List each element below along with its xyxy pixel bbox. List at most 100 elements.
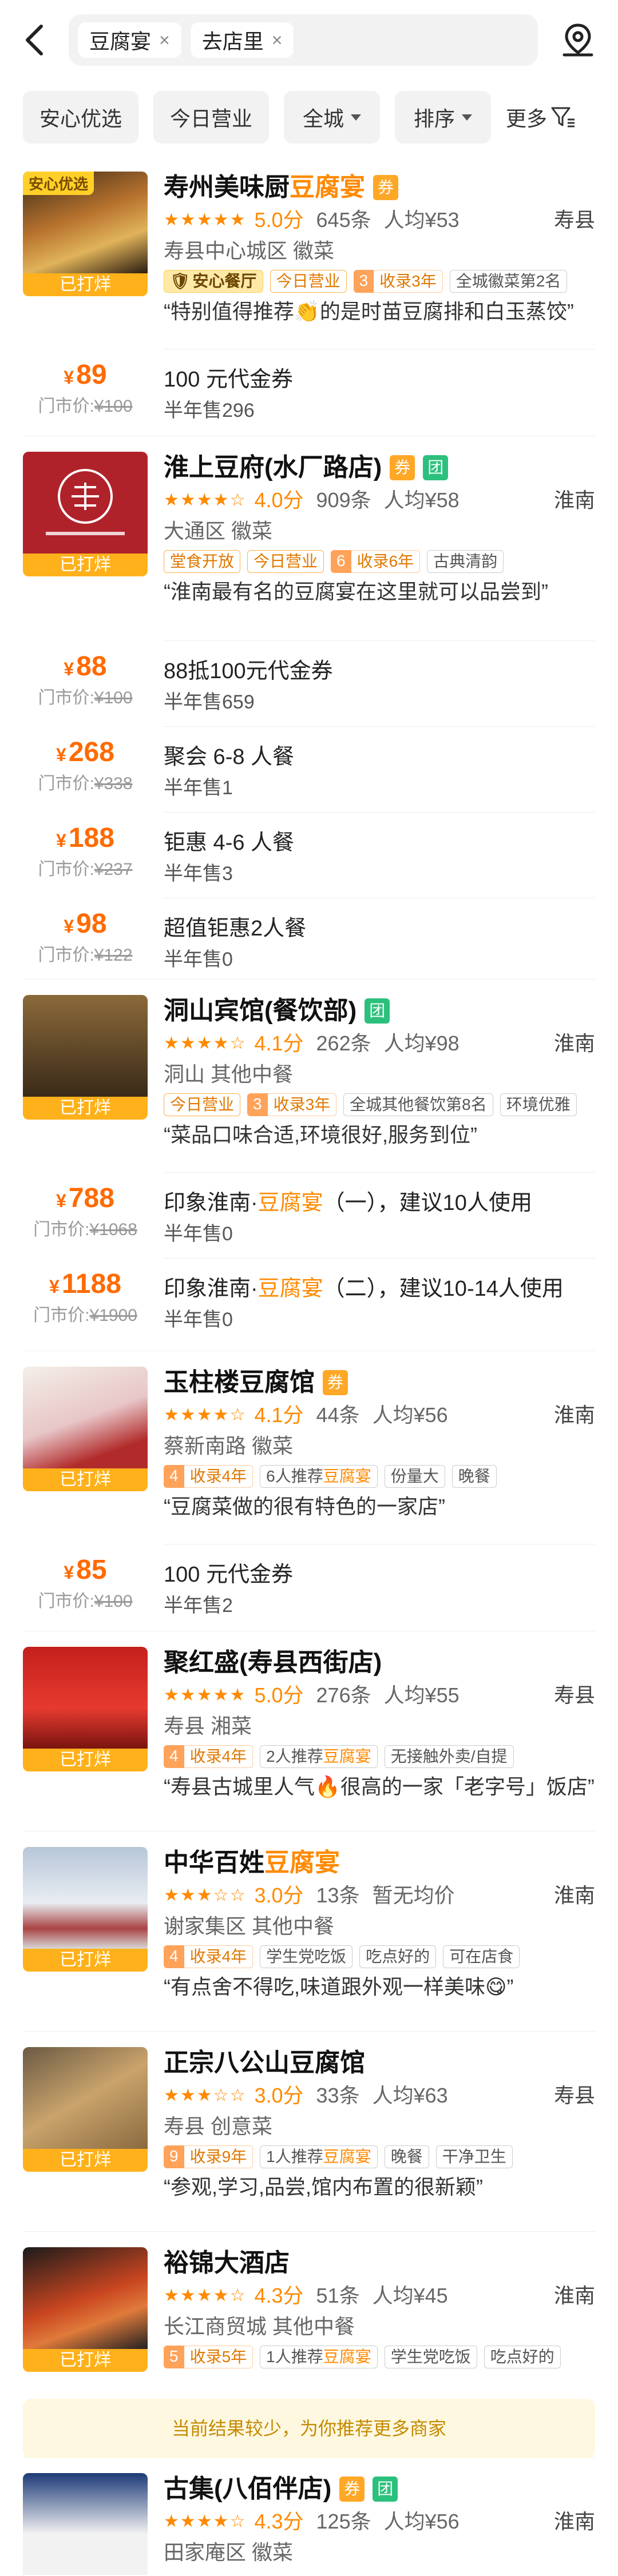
shop-info[interactable]: 玉柱楼豆腐馆券 ★★★★☆ 4.1分 44条 人均¥56 淮南 蔡新南路 徽菜 4 收录4年 6人… — [164, 1367, 595, 1521]
review-quote: “豆腐菜做的很有特色的一家店” — [164, 1495, 445, 1518]
shop-thumbnail[interactable]: 已打烊 — [23, 1847, 148, 1972]
deal-price-block: ¥89 门市价:¥100 — [23, 359, 148, 417]
rating-row: ★★★★★ 5.0分 645条 人均¥53 寿县 — [164, 206, 595, 234]
feature-tag: 今日营业 — [247, 550, 324, 573]
deal-item[interactable]: ¥85 门市价:¥100 100 元代金券 半年售2 — [0, 1544, 618, 1624]
shop-thumbnail[interactable] — [23, 2473, 148, 2576]
shop-thumbnail[interactable]: 已打烊 — [23, 2047, 148, 2172]
feature-tag: 1人推荐豆腐宴 — [260, 2145, 378, 2168]
shop-name[interactable]: 正宗八公山豆腐馆 — [164, 2047, 595, 2079]
shop-thumbnail[interactable]: 已打烊 — [23, 1647, 148, 1771]
shop-info[interactable]: 中华百姓 豆腐宴 ★★★☆☆ 3.0分 13条 暂无均价 淮南 谢家集区 其他中餐 4 收录4年学… — [164, 1847, 595, 2001]
shop-info[interactable]: 寿州美味厨 豆腐宴券 ★★★★★ 5.0分 645条 人均¥53 寿县 寿县中心城区 徽菜 🛡 安… — [164, 172, 595, 326]
shop-info[interactable]: 裕锦大酒店 ★★★★☆ 4.3分 51条 人均¥45 淮南 长江商贸城 其他中餐 5 收录5年 1… — [164, 2247, 595, 2368]
search-chip[interactable]: 去店里 × — [190, 22, 294, 58]
deal-price-value: 788 — [68, 1183, 114, 1213]
market-price-label: 门市价: — [38, 946, 94, 965]
deal-sold-count: 半年售659 — [164, 691, 255, 713]
average-price: 人均¥56 — [372, 1403, 448, 1427]
review-count: 33条 — [316, 2084, 360, 2107]
shop-info[interactable]: 聚红盛(寿县西街店) ★★★★★ 5.0分 276条 人均¥55 寿县 寿县 湘菜 4 收录4年… — [164, 1647, 595, 1801]
shop-tags: 🛡 安心餐厅 今日营业 3 收录3年 全城徽菜第2名 — [164, 270, 595, 293]
filter-open-today[interactable]: 今日营业 — [153, 91, 269, 144]
listing-years-tag: 4 收录4年 — [164, 1465, 253, 1488]
deal-item[interactable]: ¥89 门市价:¥100 100 元代金券 半年售296 — [0, 349, 618, 429]
shop-city: 淮南 — [553, 2284, 595, 2307]
shop-name[interactable]: 淮上豆府(水厂路店) 券团 — [164, 452, 595, 484]
coupon-badge: 券 — [390, 455, 415, 480]
deal-item[interactable]: ¥1188 门市价:¥1900 印象淮南·豆腐宴（二），建议10-14人使用 半年售0 — [0, 1258, 618, 1338]
back-arrow-icon[interactable] — [17, 23, 52, 57]
feature-tag: 吃点好的 — [484, 2346, 561, 2368]
shop-name[interactable]: 洞山宾馆(餐饮部) 团 — [164, 995, 595, 1027]
rating-row: ★★★☆☆ 3.0分 33条 人均¥63 寿县 — [164, 2081, 595, 2110]
rating-row: ★★★★★ 5.0分 276条 人均¥55 寿县 — [164, 1681, 595, 1710]
dropdown-triangle-icon — [462, 114, 472, 121]
market-price: 门市价:¥100 — [23, 683, 148, 708]
rating-score: 4.1分 — [254, 1403, 304, 1427]
shop-photo — [23, 1647, 148, 1749]
shop-info[interactable]: 洞山宾馆(餐饮部) 团 ★★★★☆ 4.1分 262条 人均¥98 淮南 洞山 其他中餐 今日营… — [164, 995, 595, 1149]
deal-item[interactable]: ¥88 门市价:¥100 88抵100元代金券 半年售659 — [0, 640, 618, 720]
deal-sold-count: 半年售296 — [164, 400, 255, 421]
shop-name[interactable]: 寿州美味厨 豆腐宴券 — [164, 172, 595, 204]
shop-name-text: 裕锦大酒店 — [164, 2249, 290, 2277]
shop-name-highlight: 豆腐宴 — [264, 1849, 340, 1877]
market-price-value: ¥122 — [94, 946, 133, 965]
filter-city[interactable]: 全城 — [284, 91, 380, 144]
clear-chip-icon[interactable]: × — [159, 30, 170, 51]
review-count: 51条 — [316, 2284, 360, 2307]
shop-thumbnail[interactable]: 安心优选 已打烊 — [23, 172, 148, 296]
market-price-label: 门市价: — [38, 860, 94, 879]
shop-name[interactable]: 裕锦大酒店 — [164, 2247, 595, 2279]
filter-sort[interactable]: 排序 — [395, 91, 491, 144]
filter-more[interactable]: 更多 — [506, 102, 576, 132]
rating-stars: ★★★☆☆ — [164, 2086, 247, 2105]
shop-info[interactable]: 正宗八公山豆腐馆 ★★★☆☆ 3.0分 33条 人均¥63 寿县 寿县 创意菜 9 收录9年 1人… — [164, 2047, 595, 2201]
shop-thumbnail[interactable]: 已打烊 — [23, 2247, 148, 2372]
group-deal-badge: 团 — [423, 455, 449, 480]
years-number: 9 — [164, 2145, 184, 2168]
shop-city: 寿县 — [553, 2084, 595, 2107]
currency-symbol: ¥ — [64, 659, 74, 679]
currency-symbol: ¥ — [56, 1191, 66, 1211]
deal-item[interactable]: ¥788 门市价:¥1068 印象淮南·豆腐宴（一），建议10人使用 半年售0 — [0, 1172, 618, 1252]
shop-thumbnail[interactable]: 已打烊 — [23, 1367, 148, 1491]
deal-price-value: 268 — [68, 737, 114, 767]
area-cuisine: 田家庵区 徽菜 — [164, 2541, 294, 2564]
search-chip[interactable]: 豆腐宴 × — [78, 22, 181, 58]
shop-name[interactable]: 古集(八佰伴店) 券团 — [164, 2473, 595, 2505]
shop-photo — [23, 2473, 148, 2575]
shop-thumbnail[interactable]: 已打烊 — [23, 452, 148, 576]
group-deal-badge: 团 — [365, 998, 390, 1024]
shop-photo — [23, 2047, 148, 2149]
clear-chip-icon[interactable]: × — [272, 30, 283, 51]
rating-score: 4.3分 — [254, 2510, 304, 2533]
deal-item[interactable]: ¥98 门市价:¥122 超值钜惠2人餐 半年售0 — [0, 898, 618, 978]
shop-tags: 今日营业 3 收录3年 全城其他餐饮第8名 环境优雅 — [164, 1093, 595, 1116]
filter-anxin[interactable]: 安心优选 — [23, 91, 138, 144]
shop-name[interactable]: 聚红盛(寿县西街店) — [164, 1647, 595, 1679]
shop-name[interactable]: 玉柱楼豆腐馆券 — [164, 1367, 595, 1399]
search-box[interactable]: 豆腐宴 × 去店里 × — [69, 14, 538, 66]
deal-item[interactable]: ¥268 门市价:¥338 聚会 6-8 人餐 半年售1 — [0, 726, 618, 806]
shop-city: 寿县 — [553, 208, 595, 232]
shop-thumbnail[interactable]: 已打烊 — [23, 995, 148, 1120]
shop-info[interactable]: 古集(八佰伴店) 券团 ★★★★☆ 4.3分 125条 人均¥56 淮南 田家庵区 徽菜 — [164, 2473, 595, 2567]
deal-item[interactable]: ¥188 门市价:¥237 钜惠 4-6 人餐 半年售3 — [0, 812, 618, 892]
deal-price-value: 88 — [76, 651, 107, 682]
shop-city: 淮南 — [553, 488, 595, 512]
shop-info[interactable]: 淮上豆府(水厂路店) 券团 ★★★★☆ 4.0分 909条 人均¥58 淮南 大通区 徽菜 堂食… — [164, 452, 595, 606]
closed-bar: 已打烊 — [23, 554, 148, 576]
years-label: 收录3年 — [374, 270, 443, 293]
location-pin-icon[interactable] — [555, 17, 601, 63]
shop-city: 淮南 — [553, 1403, 595, 1427]
rating-row: ★★★★☆ 4.1分 262条 人均¥98 淮南 — [164, 1029, 595, 1058]
review-count: 44条 — [316, 1403, 360, 1427]
feature-tag: 2人推荐豆腐宴 — [260, 1745, 378, 1768]
deal-title: 100 元代金券 — [164, 1563, 293, 1587]
shop-divider — [23, 979, 595, 980]
feature-tag: 今日营业 — [164, 1093, 241, 1116]
market-price-value: ¥100 — [94, 688, 133, 707]
shop-name[interactable]: 中华百姓 豆腐宴 — [164, 1847, 595, 1879]
